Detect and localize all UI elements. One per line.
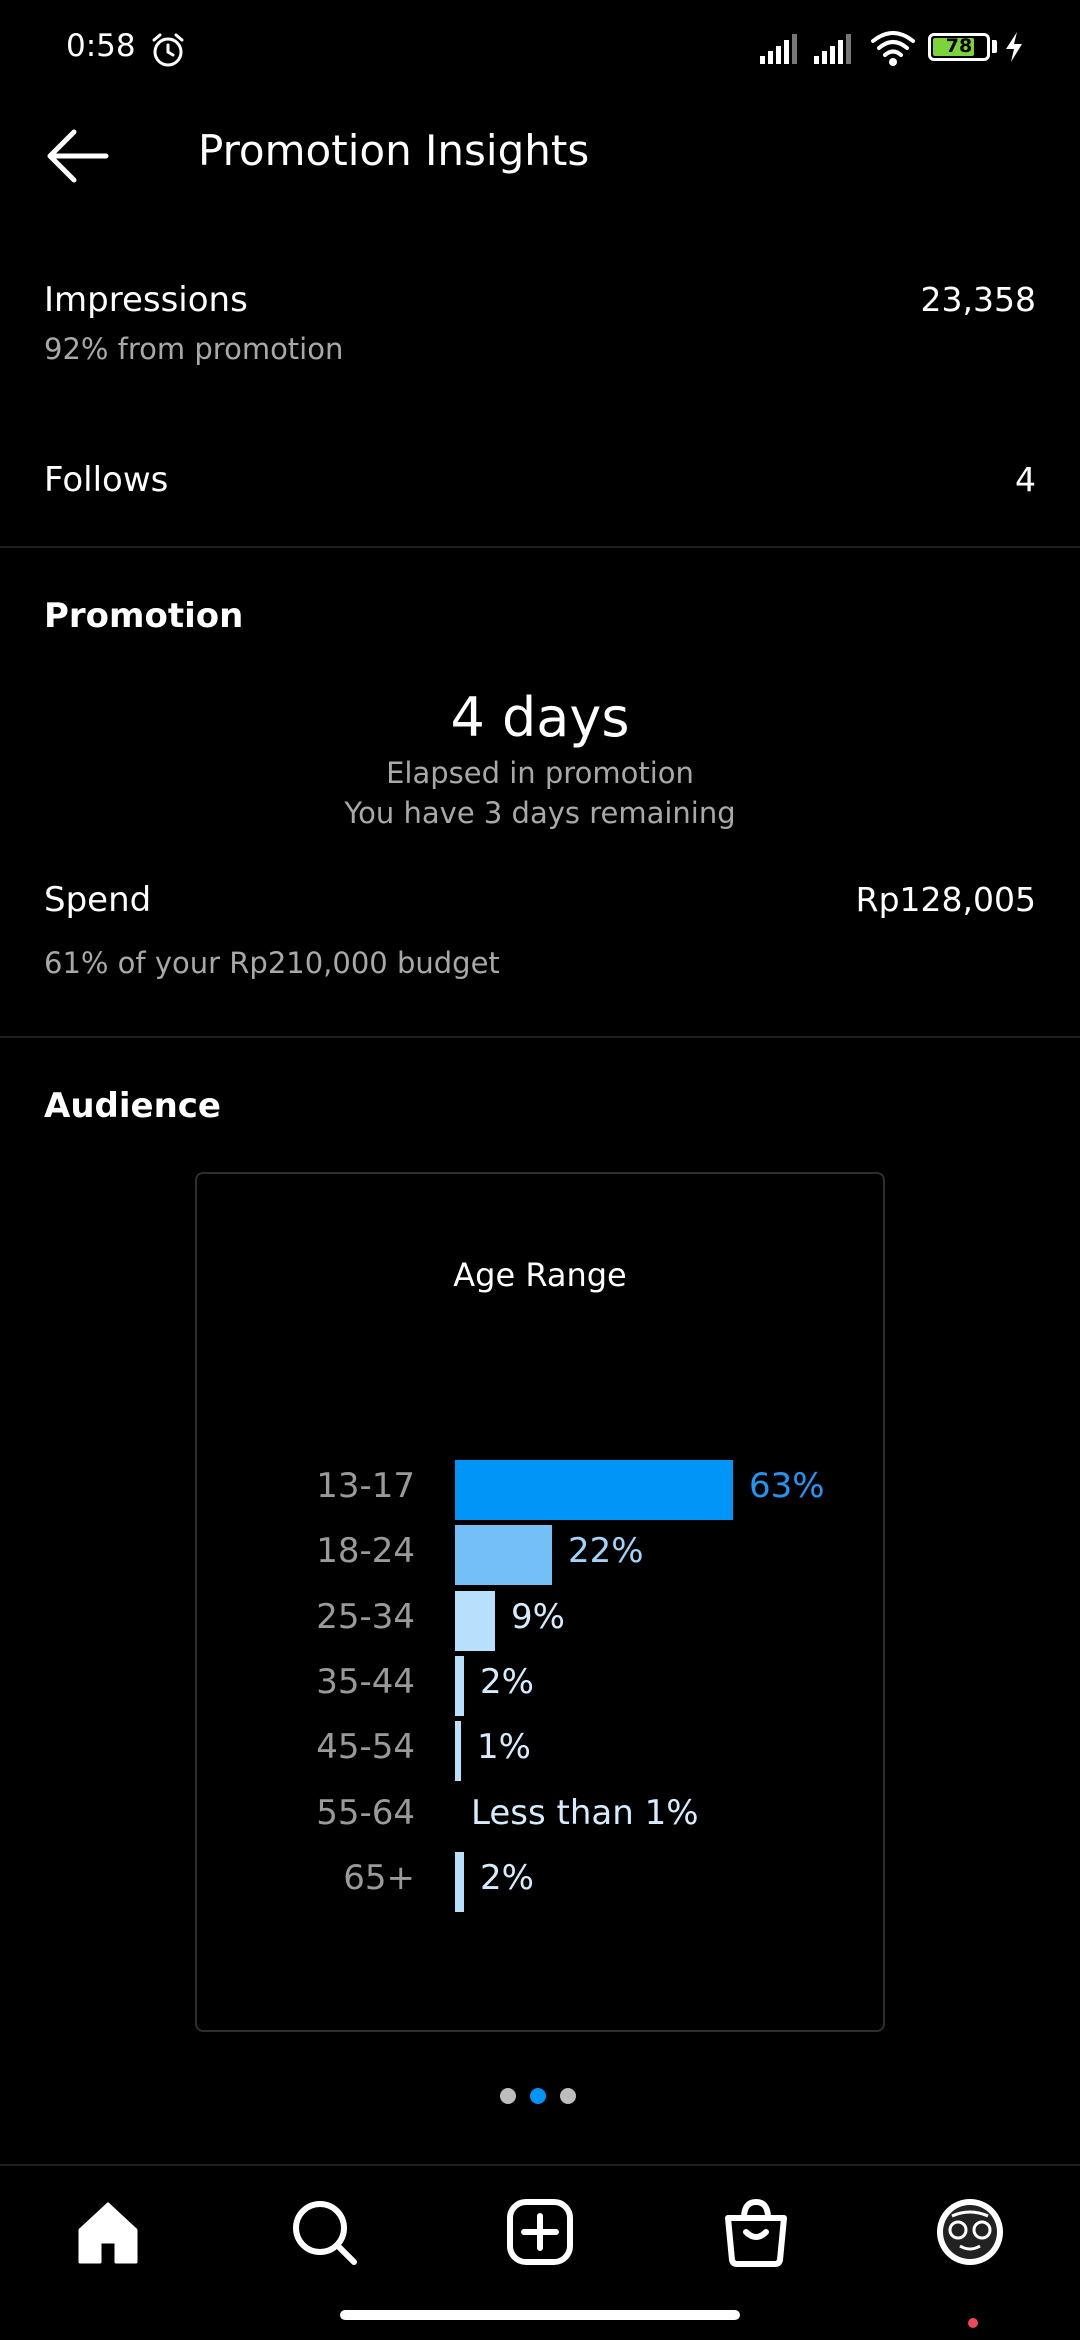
age-percent-label: 2% xyxy=(480,1661,534,1702)
age-percent-label: 2% xyxy=(480,1857,534,1898)
audience-section-title: Audience xyxy=(44,1086,221,1126)
page-title: Promotion Insights xyxy=(198,126,590,175)
age-label: 45-54 xyxy=(316,1727,415,1768)
cell-signal-icon xyxy=(760,34,797,64)
age-bar xyxy=(455,1721,461,1782)
follows-label: Follows xyxy=(44,460,169,500)
age-label: 55-64 xyxy=(316,1792,415,1833)
chart-title: Age Range xyxy=(453,1256,627,1294)
spend-label: Spend xyxy=(44,880,152,920)
divider xyxy=(0,1036,1080,1038)
impressions-value: 23,358 xyxy=(920,280,1036,319)
age-label: 13-17 xyxy=(316,1466,415,1506)
age-percent-label: 22% xyxy=(568,1531,644,1572)
age-label: 25-34 xyxy=(316,1596,415,1637)
back-arrow-icon[interactable] xyxy=(44,126,110,186)
age-label: 18-24 xyxy=(316,1531,415,1572)
promotion-section-title: Promotion xyxy=(44,596,244,636)
pager-dot[interactable] xyxy=(560,2088,576,2104)
create-post-icon[interactable] xyxy=(504,2196,576,2268)
impressions-label: Impressions xyxy=(44,280,248,320)
age-label: 65+ xyxy=(343,1857,415,1898)
home-icon[interactable] xyxy=(72,2196,144,2268)
charging-bolt-icon xyxy=(1006,32,1022,62)
notification-dot xyxy=(968,2318,978,2328)
age-bar xyxy=(455,1851,464,1912)
elapsed-text: Elapsed in promotion xyxy=(386,756,694,790)
battery-tip xyxy=(992,40,997,53)
follows-value: 4 xyxy=(1015,460,1036,499)
age-bar xyxy=(455,1655,464,1716)
age-percent-label: 1% xyxy=(477,1727,531,1768)
impressions-sub: 92% from promotion xyxy=(44,332,344,366)
age-bar xyxy=(455,1460,733,1520)
age-label: 35-44 xyxy=(316,1661,415,1702)
status-time: 0:58 xyxy=(66,28,136,64)
pager-dot[interactable] xyxy=(500,2088,516,2104)
spend-value: Rp128,005 xyxy=(855,880,1036,919)
age-percent-label: Less than 1% xyxy=(471,1792,699,1833)
battery-icon: 78 xyxy=(928,33,990,61)
home-indicator[interactable] xyxy=(340,2310,740,2320)
nav-divider xyxy=(0,2164,1080,2166)
promotion-days: 4 days xyxy=(450,686,630,749)
divider xyxy=(0,546,1080,548)
shop-icon[interactable] xyxy=(720,2196,792,2268)
age-bar xyxy=(455,1525,552,1586)
remaining-text: You have 3 days remaining xyxy=(344,796,736,830)
battery-level: 78 xyxy=(945,35,973,57)
pager-dots[interactable] xyxy=(500,2088,590,2108)
wifi-icon xyxy=(871,31,915,66)
pager-dot-active[interactable] xyxy=(530,2088,546,2104)
search-icon[interactable] xyxy=(288,2196,360,2268)
budget-text: 61% of your Rp210,000 budget xyxy=(44,946,500,980)
age-bar xyxy=(455,1590,495,1651)
age-percent-label: 9% xyxy=(511,1596,565,1637)
profile-avatar-icon[interactable] xyxy=(934,2196,1006,2268)
cell-signal-icon xyxy=(814,34,851,64)
age-percent-label: 63% xyxy=(749,1466,825,1506)
alarm-icon xyxy=(152,33,184,67)
